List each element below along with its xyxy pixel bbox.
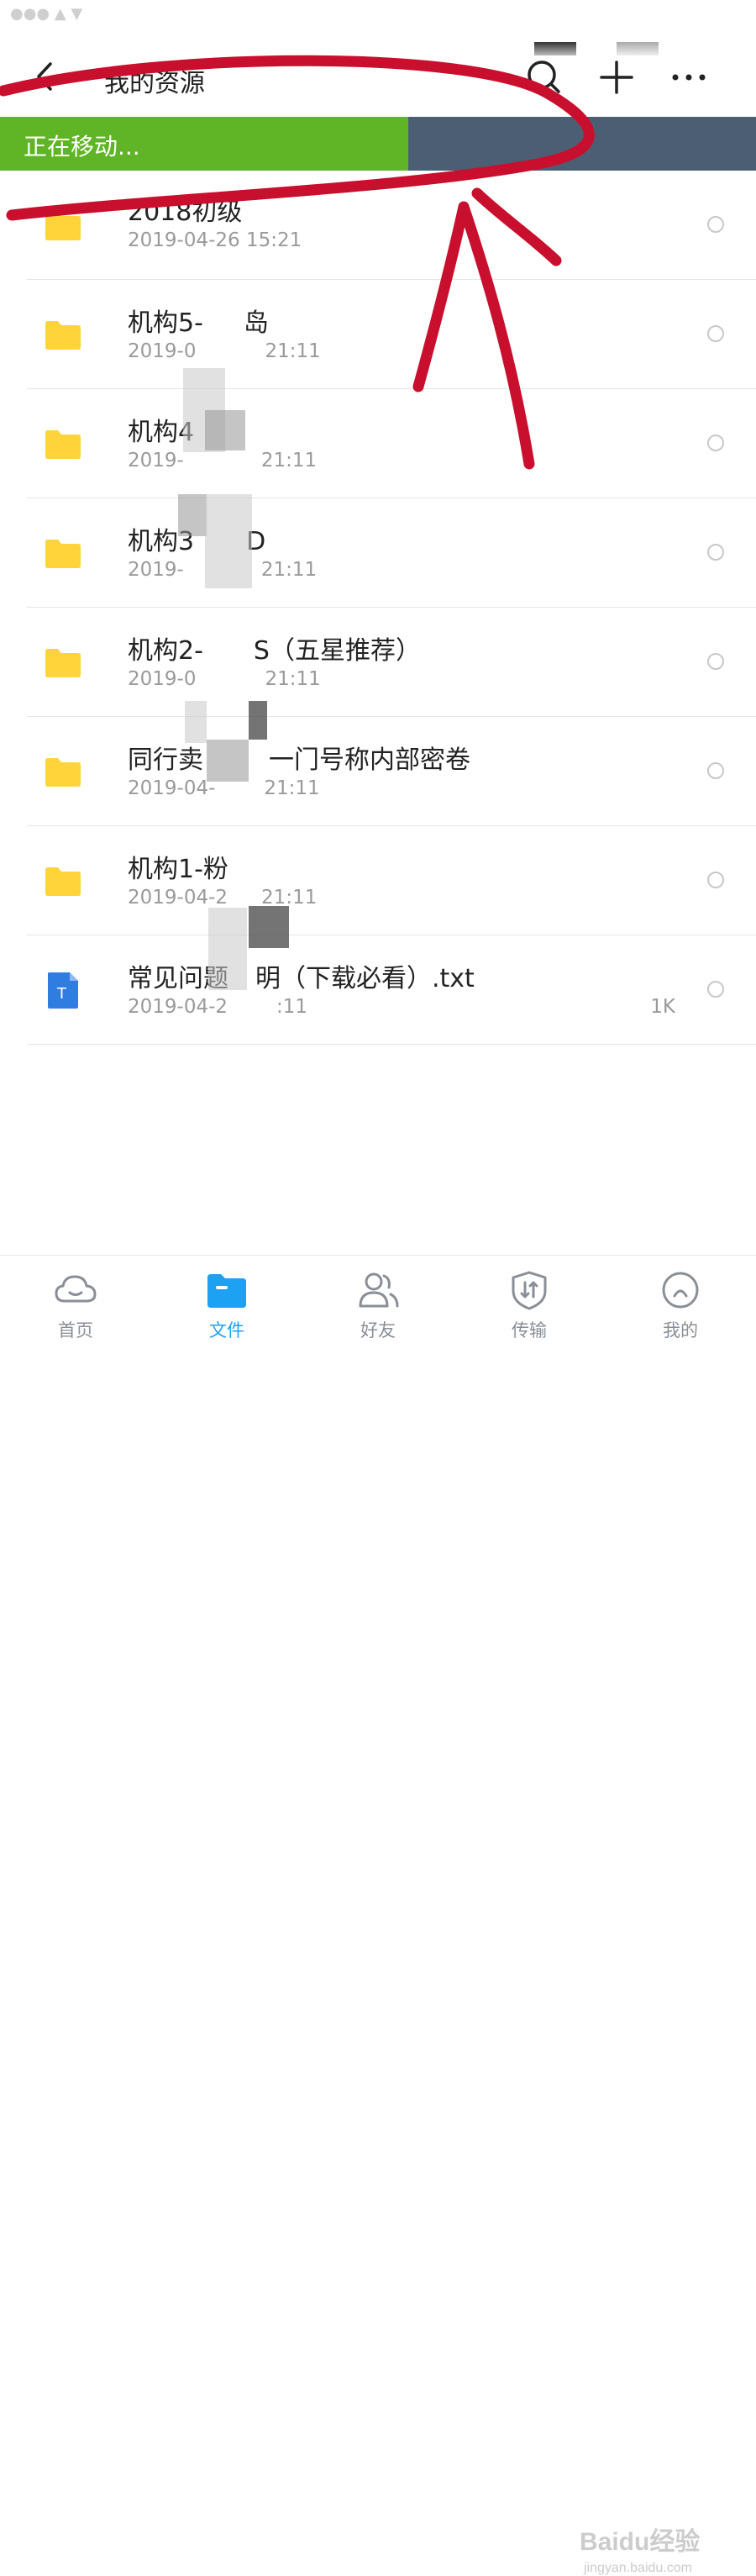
watermark-text: Baidu经验 xyxy=(580,2528,701,2556)
select-radio[interactable] xyxy=(707,872,724,888)
add-button[interactable] xyxy=(591,52,642,103)
select-radio[interactable] xyxy=(707,762,724,779)
more-icon xyxy=(672,74,706,81)
redaction-block xyxy=(249,701,267,740)
text-file-icon: T xyxy=(48,972,78,1009)
select-radio[interactable] xyxy=(707,544,724,561)
folder-icon xyxy=(45,212,81,240)
redaction-block xyxy=(178,494,207,536)
redaction-block xyxy=(207,740,249,782)
file-name: 常见问题 明（下载必看）.txt xyxy=(128,964,475,993)
file-name: 同行卖 一门号称内部密卷 xyxy=(128,745,470,775)
file-name: 机构2- S（五星推荐） xyxy=(128,636,421,666)
more-button[interactable] xyxy=(664,52,714,103)
plus-icon xyxy=(600,61,633,94)
list-item[interactable]: 机构4 2019- 21:11 xyxy=(0,389,756,498)
redaction-block xyxy=(208,908,247,990)
folder-icon xyxy=(45,649,81,677)
status-bar-text: ●●● ▲ ▼ xyxy=(10,5,83,23)
tab-files[interactable]: 文件 xyxy=(151,1256,302,1346)
folder-icon xyxy=(45,758,81,787)
back-icon xyxy=(37,62,52,91)
folder-icon xyxy=(45,430,81,459)
tab-friends[interactable]: 好友 xyxy=(302,1256,454,1346)
file-date: 2019- 21:11 xyxy=(128,450,318,471)
transfer-icon xyxy=(512,1271,547,1310)
tab-label: 文件 xyxy=(209,1320,244,1341)
redaction-block xyxy=(205,494,252,588)
search-button[interactable] xyxy=(519,52,570,103)
folder-icon xyxy=(45,321,81,350)
file-date: 2019-0 21:11 xyxy=(128,340,321,362)
tab-label: 传输 xyxy=(512,1320,547,1341)
redaction-block xyxy=(205,410,245,450)
back-button[interactable] xyxy=(25,55,67,97)
select-radio[interactable] xyxy=(707,216,724,233)
file-size: 1K xyxy=(650,996,675,1018)
file-name: 机构5- 岛 xyxy=(128,308,269,338)
watermark-sub: jingyan.baidu.com xyxy=(584,2561,692,2575)
file-date: 2019-04-26 15:21 xyxy=(128,229,302,251)
list-item[interactable]: 机构5- 岛 2019-0 21:11 xyxy=(0,280,756,389)
tab-label: 我的 xyxy=(663,1320,698,1341)
file-date: 2019-04-2:11 xyxy=(128,996,308,1018)
search-icon xyxy=(528,61,560,93)
list-item[interactable]: T 常见问题 明（下载必看）.txt 2019-04-2:11 1K xyxy=(0,935,756,1045)
file-date: 2019-0 21:11 xyxy=(128,668,321,690)
tab-home[interactable]: 首页 xyxy=(0,1256,151,1346)
page-title: 我的资源 xyxy=(104,69,205,98)
divider xyxy=(27,1044,756,1045)
progress-label: 正在移动... xyxy=(24,133,140,161)
folder-icon xyxy=(207,1274,246,1308)
select-radio[interactable] xyxy=(707,325,724,342)
bottom-tab-bar: 首页 文件 好友 传输 我的 Baidu经验 jingyan.baidu.com xyxy=(0,1255,756,2575)
file-list: 2018初级 2019-04-26 15:21 机构5- 岛 2019-0 21:1… xyxy=(0,171,756,1045)
tab-profile[interactable]: 我的 xyxy=(605,1256,756,1346)
friends-icon xyxy=(359,1272,399,1308)
select-radio[interactable] xyxy=(707,435,724,451)
move-progress-bar: 正在移动... xyxy=(0,117,756,171)
select-radio[interactable] xyxy=(707,981,724,998)
file-name: 机构1-粉 xyxy=(128,855,228,884)
profile-icon xyxy=(662,1272,699,1309)
redaction-block xyxy=(249,906,289,948)
tab-label: 好友 xyxy=(360,1320,396,1341)
tab-transfer[interactable]: 传输 xyxy=(454,1256,605,1346)
file-name: 2018初级 xyxy=(128,198,243,227)
list-item[interactable]: 机构3 D 2019- 21:11 xyxy=(0,498,756,608)
redaction-block xyxy=(185,701,207,743)
list-item[interactable]: 机构1-粉 2019-04-2 21:11 xyxy=(0,826,756,935)
tab-label: 首页 xyxy=(58,1320,93,1341)
cloud-icon xyxy=(55,1275,97,1303)
folder-icon xyxy=(45,540,81,568)
select-radio[interactable] xyxy=(707,653,724,670)
svg-text:T: T xyxy=(56,985,67,1003)
list-item[interactable]: 机构2- S（五星推荐） 2019-0 21:11 xyxy=(0,608,756,717)
list-item[interactable]: 2018初级 2019-04-26 15:21 xyxy=(0,171,756,280)
list-item[interactable]: 同行卖 一门号称内部密卷 2019-04- 21:11 xyxy=(0,717,756,826)
folder-icon xyxy=(45,867,81,896)
status-bar: ●●● ▲ ▼ xyxy=(0,0,756,34)
top-bar: 我的资源 xyxy=(0,34,756,116)
